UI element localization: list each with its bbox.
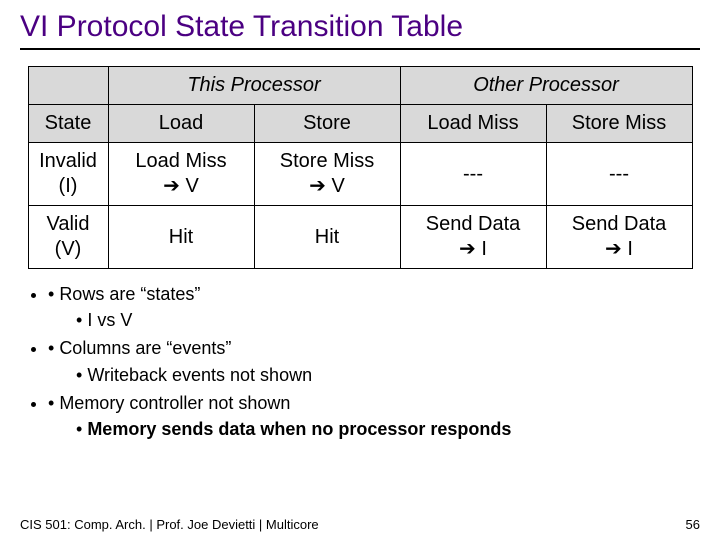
- state-cell-invalid: Invalid(I): [28, 143, 108, 206]
- header-state: State: [28, 105, 108, 143]
- bullet-text: Memory controller not shown: [59, 393, 290, 413]
- table-event-header-row: State Load Store Load Miss Store Miss: [28, 105, 692, 143]
- header-load-miss: Load Miss: [400, 105, 546, 143]
- list-item: Memory sends data when no processor resp…: [76, 416, 700, 443]
- cell-invalid-load: Load Miss➔ V: [108, 143, 254, 206]
- cell-invalid-store: Store Miss➔ V: [254, 143, 400, 206]
- bullet-text: Rows are “states”: [59, 284, 200, 304]
- bullet-text: Columns are “events”: [59, 338, 231, 358]
- cell-invalid-storemiss: ---: [546, 143, 692, 206]
- cell-valid-loadmiss: Send Data➔ I: [400, 206, 546, 269]
- slide-footer: CIS 501: Comp. Arch. | Prof. Joe Deviett…: [20, 517, 700, 532]
- bullet-text: Memory sends data when no processor resp…: [87, 419, 511, 439]
- header-load: Load: [108, 105, 254, 143]
- header-store: Store: [254, 105, 400, 143]
- footer-left: CIS 501: Comp. Arch. | Prof. Joe Deviett…: [20, 517, 319, 532]
- cell-valid-load: Hit: [108, 206, 254, 269]
- page-number: 56: [686, 517, 700, 532]
- header-other-processor: Other Processor: [400, 67, 692, 105]
- bullet-list: Rows are “states” I vs V Columns are “ev…: [20, 281, 700, 444]
- cell-valid-store: Hit: [254, 206, 400, 269]
- list-item: Rows are “states” I vs V: [48, 281, 700, 335]
- list-item: Writeback events not shown: [76, 362, 700, 389]
- list-item: I vs V: [76, 307, 700, 334]
- header-corner: [28, 67, 108, 105]
- list-item: Columns are “events” Writeback events no…: [48, 335, 700, 389]
- table-header-group-row: This Processor Other Processor: [28, 67, 692, 105]
- slide-title: VI Protocol State Transition Table: [20, 10, 700, 50]
- header-this-processor: This Processor: [108, 67, 400, 105]
- header-store-miss: Store Miss: [546, 105, 692, 143]
- bullet-text: I vs V: [87, 310, 132, 330]
- bullet-text: Writeback events not shown: [87, 365, 312, 385]
- table-row: Valid(V) Hit Hit Send Data➔ I Send Data➔…: [28, 206, 692, 269]
- table-row: Invalid(I) Load Miss➔ V Store Miss➔ V --…: [28, 143, 692, 206]
- state-transition-table: This Processor Other Processor State Loa…: [28, 66, 693, 269]
- cell-valid-storemiss: Send Data➔ I: [546, 206, 692, 269]
- state-cell-valid: Valid(V): [28, 206, 108, 269]
- cell-invalid-loadmiss: ---: [400, 143, 546, 206]
- list-item: Memory controller not shown Memory sends…: [48, 390, 700, 444]
